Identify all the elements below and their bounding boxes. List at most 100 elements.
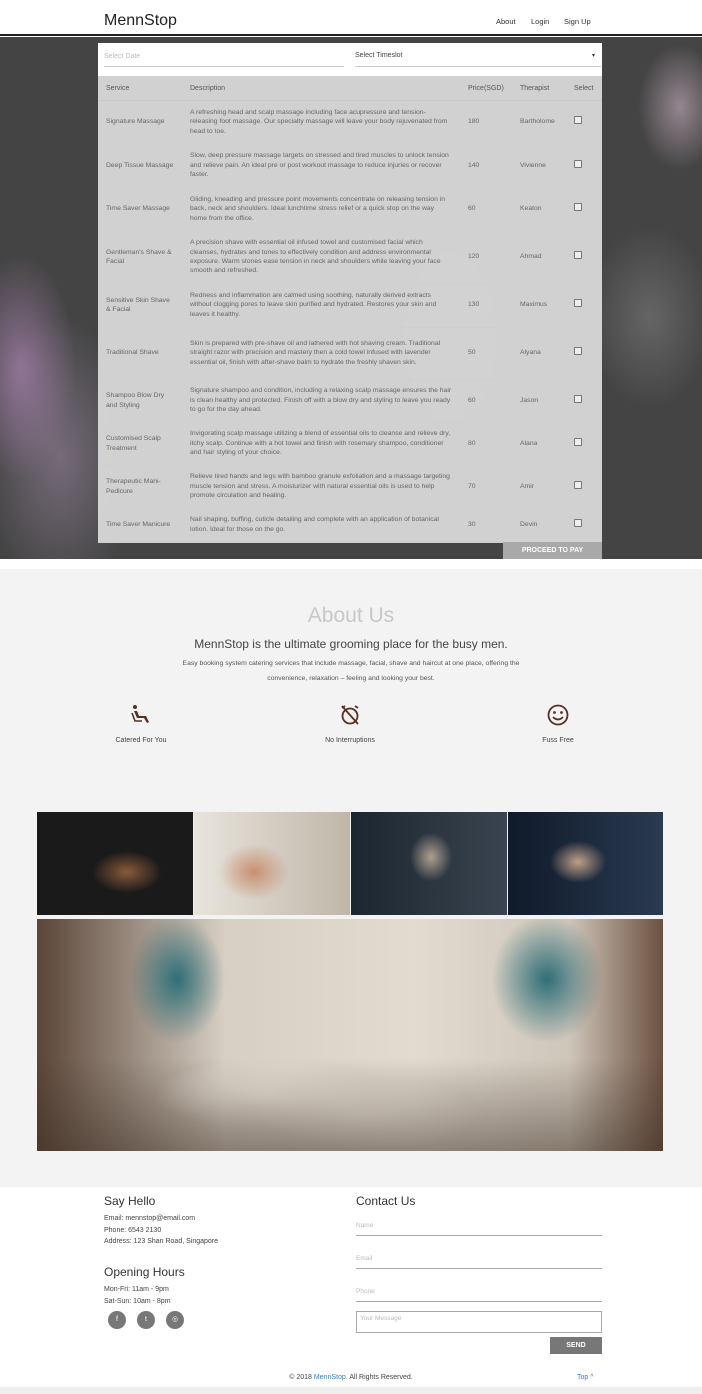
reclining-seat-icon	[131, 705, 149, 723]
service-description: Redness and inflammation are calmed usin…	[182, 283, 460, 328]
select-cell	[566, 231, 602, 284]
email-field[interactable]: Email	[356, 1249, 602, 1269]
service-therapist: Maximus	[512, 283, 566, 328]
service-price: 130	[460, 283, 512, 328]
feature-label: Fuss Free	[542, 737, 574, 744]
select-cell	[566, 283, 602, 328]
nav-link-about[interactable]: About	[496, 17, 516, 26]
service-name: Gentleman's Shave & Facial	[98, 231, 182, 284]
nav-link-login[interactable]: Login	[531, 17, 549, 26]
contact-us-heading: Contact Us	[356, 1194, 416, 1208]
contact-email: Email: mennstop@email.com	[104, 1215, 196, 1222]
select-checkbox[interactable]	[574, 518, 582, 527]
service-description: Invigorating scalp massage utilizing a b…	[182, 422, 460, 466]
chevron-down-icon: ▾	[591, 53, 595, 59]
service-name: Sensitive Skin Shave & Facial	[98, 283, 182, 328]
copyright-brand-link[interactable]: MennStop	[314, 1374, 346, 1381]
table-row: Therapeutic Mani-Pedicure Relieve tired …	[98, 465, 602, 509]
select-date-input[interactable]: Select Date	[104, 49, 344, 67]
brand-logo[interactable]: MennStop	[104, 12, 177, 30]
select-checkbox[interactable]	[574, 251, 582, 260]
message-textarea[interactable]: Your Message	[356, 1311, 602, 1333]
select-timeslot-dropdown[interactable]: Select Timeslot ▾	[355, 47, 601, 67]
service-name: Signature Massage	[98, 100, 182, 145]
column-header-select: Select	[566, 78, 602, 101]
feature-no-interruptions: No Interruptions	[290, 703, 410, 744]
table-row: Traditional Shave Skin is prepared with …	[98, 327, 602, 380]
service-therapist: Ahmad	[512, 231, 566, 284]
service-name: Shampoo Blow Dry and Styling	[98, 379, 182, 423]
service-description: Gliding, kneading and pressure point mov…	[182, 187, 460, 232]
select-checkbox[interactable]	[574, 437, 582, 446]
column-header-therapist: Therapist	[512, 78, 566, 101]
service-description: A precision shave with essential oil inf…	[182, 231, 460, 284]
table-row: Customised Scalp Treatment Invigorating …	[98, 422, 602, 466]
opening-hours-heading: Opening Hours	[104, 1265, 185, 1279]
gallery-photo-oil-hands	[37, 812, 193, 915]
name-field[interactable]: Name	[356, 1216, 602, 1236]
select-cell	[566, 508, 602, 542]
service-price: 70	[460, 465, 512, 509]
service-price: 140	[460, 144, 512, 188]
send-button[interactable]: SEND	[550, 1337, 602, 1354]
select-cell	[566, 465, 602, 509]
select-checkbox[interactable]	[574, 299, 582, 308]
service-description: A refreshing head and scalp massage incl…	[182, 100, 460, 145]
copyright-suffix: . All Rights Reserved.	[345, 1374, 413, 1381]
say-hello-heading: Say Hello	[104, 1194, 156, 1208]
service-therapist: Devin	[512, 508, 566, 542]
feature-label: No Interruptions	[325, 737, 375, 744]
feature-label: Catered For You	[115, 737, 167, 744]
table-row: Time Saver Manicure Nail shaping, buffin…	[98, 508, 602, 542]
instagram-icon[interactable]: ◎	[166, 1311, 184, 1329]
table-row: Signature Massage A refreshing head and …	[98, 100, 602, 145]
service-description: Nail shaping, buffing, cuticle detailing…	[182, 508, 460, 542]
select-checkbox[interactable]	[574, 116, 582, 125]
select-checkbox[interactable]	[574, 394, 582, 403]
select-checkbox[interactable]	[574, 480, 582, 489]
select-checkbox[interactable]	[574, 159, 582, 168]
nav-link-signup[interactable]: Sign Up	[564, 17, 591, 26]
table-row: Deep Tissue Massage Slow, deep pressure …	[98, 144, 602, 188]
table-row: Sensitive Skin Shave & Facial Redness an…	[98, 283, 602, 328]
table-row: Shampoo Blow Dry and Styling Signature s…	[98, 379, 602, 423]
table-row: Time Saver Massage Gliding, kneading and…	[98, 187, 602, 232]
select-cell	[566, 379, 602, 423]
proceed-to-pay-button[interactable]: PROCEED TO PAY	[503, 542, 602, 559]
feature-catered: Catered For You	[81, 703, 201, 744]
select-cell	[566, 422, 602, 466]
service-name: Time Saver Manicure	[98, 508, 182, 542]
twitter-icon[interactable]: t	[137, 1311, 155, 1329]
back-to-top-link[interactable]: Top ^	[577, 1374, 594, 1381]
select-checkbox[interactable]	[574, 347, 582, 356]
table-row: Gentleman's Shave & Facial A precision s…	[98, 231, 602, 284]
column-header-service: Service	[98, 78, 182, 101]
column-header-description: Description	[182, 78, 460, 101]
service-description: Signature shampoo and condition, includi…	[182, 379, 460, 423]
smiley-face-icon	[547, 704, 569, 726]
about-description: Easy booking system catering services th…	[182, 660, 520, 682]
service-description: Slow, deep pressure massage targets on s…	[182, 144, 460, 188]
page-bottom-bar	[0, 1387, 702, 1394]
hours-weekday: Mon-Fri: 11am - 9pm	[104, 1286, 169, 1293]
select-cell	[566, 327, 602, 380]
service-price: 60	[460, 187, 512, 232]
hours-weekend: Sat-Sun: 10am - 8pm	[104, 1298, 171, 1305]
gallery-photo-back-massage	[194, 812, 350, 915]
services-table: Service Description Price(SGD) Therapist…	[98, 78, 602, 542]
service-price: 50	[460, 327, 512, 380]
service-description: Relieve tired hands and legs with bamboo…	[182, 465, 460, 509]
about-title: About Us	[307, 604, 395, 627]
facebook-icon[interactable]: f	[108, 1311, 126, 1329]
service-therapist: Keaton	[512, 187, 566, 232]
timeslot-label: Select Timeslot	[355, 52, 403, 59]
service-therapist: Jason	[512, 379, 566, 423]
service-price: 60	[460, 379, 512, 423]
service-name: Time Saver Massage	[98, 187, 182, 232]
select-checkbox[interactable]	[574, 203, 582, 212]
service-therapist: Vivienne	[512, 144, 566, 188]
phone-field[interactable]: Phone	[356, 1282, 602, 1302]
contact-phone: Phone: 6543 2130	[104, 1227, 162, 1234]
service-name: Traditional Shave	[98, 327, 182, 380]
gallery-photo-spa-room	[37, 919, 663, 1151]
